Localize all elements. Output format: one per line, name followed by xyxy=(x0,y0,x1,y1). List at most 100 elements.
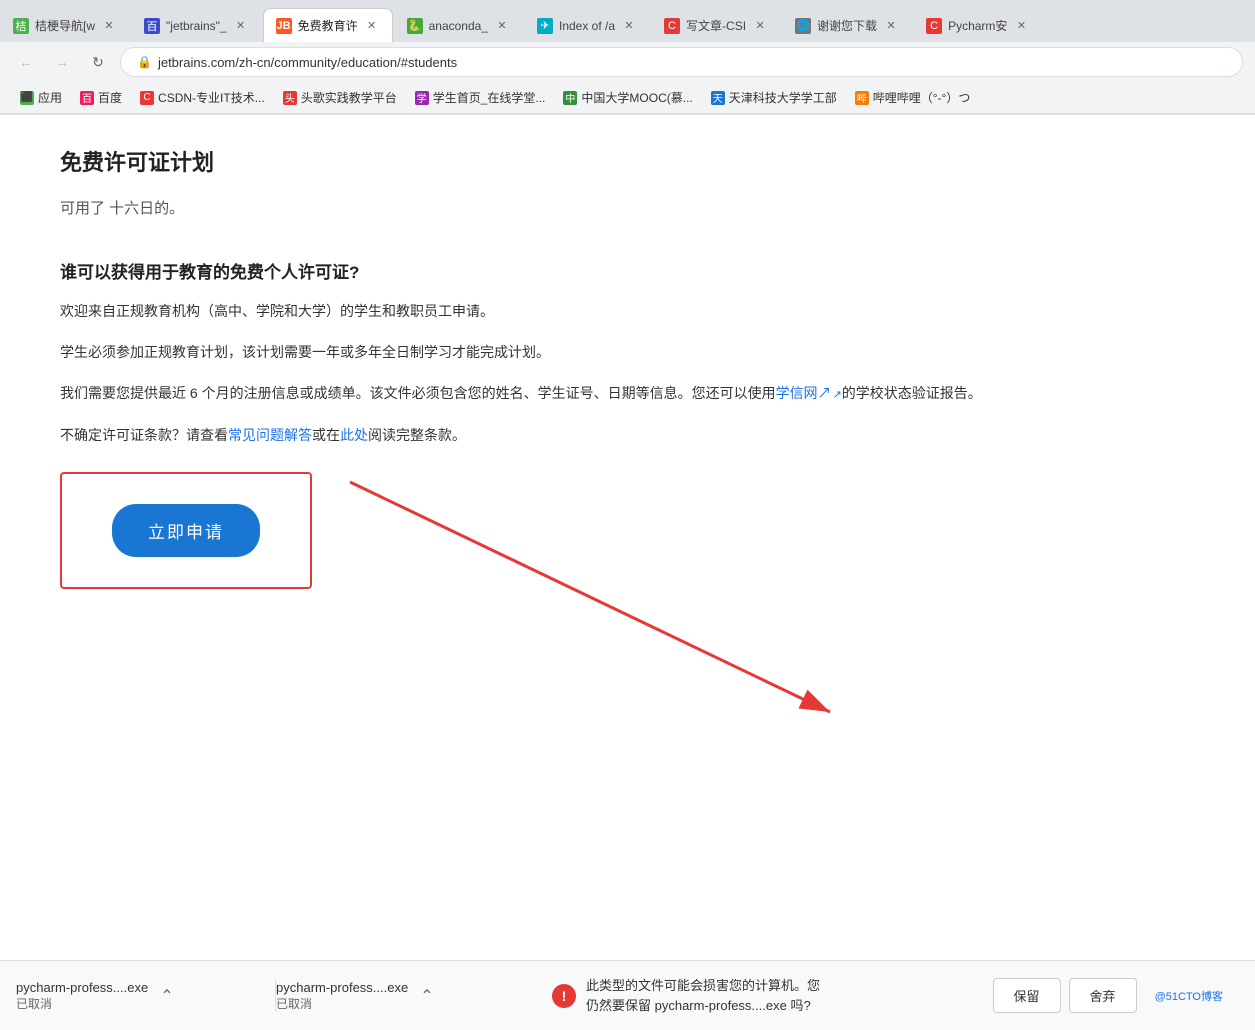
para2: 学生必须参加正规教育计划，该计划需要一年或多年全日制学习才能完成计划。 xyxy=(60,340,1195,365)
download-info: pycharm-profess....exe 已取消 xyxy=(16,980,148,1012)
tab-title: anaconda_ xyxy=(429,19,488,33)
bookmark-bm5[interactable]: 学 学生首页_在线学堂... xyxy=(407,86,554,109)
download-item-1: pycharm-profess....exe 已取消 ⌃ xyxy=(276,980,536,1012)
bookmark-icon: 学 xyxy=(415,91,429,105)
download-chevron-icon[interactable]: ⌃ xyxy=(160,986,173,1006)
bookmark-label: CSDN-专业IT技术... xyxy=(158,89,265,106)
bookmark-label: 中国大学MOOC(慕... xyxy=(581,89,692,106)
lock-icon: 🔒 xyxy=(137,55,152,69)
tab-tab6[interactable]: C 写文章-CSI ✕ xyxy=(651,8,781,42)
faq-link[interactable]: 常见问题解答 xyxy=(228,427,312,443)
tab-tab2[interactable]: 百 "jetbrains"_ ✕ xyxy=(131,8,262,42)
tab-close-icon[interactable]: ✕ xyxy=(101,18,117,34)
highlight-box: 立即申请 xyxy=(60,472,312,589)
forward-button[interactable]: → xyxy=(48,48,76,76)
tab-favicon: JB xyxy=(276,18,292,34)
warning-line1: 此类型的文件可能会损害您的计算机。您 xyxy=(586,976,820,996)
page-content: 免费许可证计划 可用了 十六日的。 谁可以获得用于教育的免费个人许可证? 欢迎来… xyxy=(0,115,1255,961)
download-status: 已取消 xyxy=(16,995,148,1012)
tab-bar: 桔 桔梗导航[w ✕ 百 "jetbrains"_ ✕ JB 免费教育许 ✕ 🐍… xyxy=(0,0,1255,42)
para4: 不确定许可证条款？请查看常见问题解答或在此处阅读完整条款。 xyxy=(60,423,1195,448)
para3-after: 的学校状态验证报告。 xyxy=(842,385,982,401)
bookmark-label: 头歌实践教学平台 xyxy=(301,89,397,106)
tab-title: 写文章-CSI xyxy=(686,17,746,34)
bookmark-bm3[interactable]: C CSDN-专业IT技术... xyxy=(132,86,273,109)
bookmark-label: 百度 xyxy=(98,89,122,106)
tab-close-icon[interactable]: ✕ xyxy=(752,18,768,34)
bookmark-bm1[interactable]: ⬛ 应用 xyxy=(12,86,70,109)
warning-actions: 保留 舍弃 xyxy=(993,978,1137,1013)
section-heading: 谁可以获得用于教育的免费个人许可证? xyxy=(60,258,1195,283)
bookmark-icon: 头 xyxy=(283,91,297,105)
tab-title: 免费教育许 xyxy=(298,17,358,34)
para3-before: 我们需要您提供最近 6 个月的注册信息或成绩单。该文件必须包含您的姓名、学生证号… xyxy=(60,385,776,401)
bookmark-icon: 哔 xyxy=(855,91,869,105)
tab-favicon: 🌐 xyxy=(795,18,811,34)
apply-button[interactable]: 立即申请 xyxy=(112,504,260,557)
refresh-button[interactable]: ↻ xyxy=(84,48,112,76)
tab-favicon: C xyxy=(926,18,942,34)
bookmark-bm7[interactable]: 天 天津科技大学学工部 xyxy=(703,86,845,109)
bookmark-icon: 天 xyxy=(711,91,725,105)
bookmark-label: 哔哩哔哩（°-°）つ xyxy=(873,89,971,106)
tab-title: Pycharm安 xyxy=(948,17,1007,34)
tab-title: Index of /a xyxy=(559,19,615,33)
tab-tab5[interactable]: ✈ Index of /a ✕ xyxy=(524,8,650,42)
tab-close-icon[interactable]: ✕ xyxy=(883,18,899,34)
para4-before: 不确定许可证条款？请查看 xyxy=(60,427,228,443)
discard-button[interactable]: 舍弃 xyxy=(1069,978,1137,1013)
url-text: jetbrains.com/zh-cn/community/education/… xyxy=(158,55,1226,70)
bookmark-bm4[interactable]: 头 头歌实践教学平台 xyxy=(275,86,405,109)
xuexin-link[interactable]: 学信网↗ xyxy=(776,385,842,401)
tab-close-icon[interactable]: ✕ xyxy=(494,18,510,34)
download-status: 已取消 xyxy=(276,995,408,1012)
bookmark-icon: ⬛ xyxy=(20,91,34,105)
tab-tab3[interactable]: JB 免费教育许 ✕ xyxy=(263,8,393,42)
tab-favicon: 百 xyxy=(144,18,160,34)
para4-mid: 或在 xyxy=(312,427,340,443)
full-terms-link[interactable]: 此处 xyxy=(340,427,368,443)
warning-icon: ! xyxy=(552,984,576,1008)
tab-favicon: ✈ xyxy=(537,18,553,34)
para3: 我们需要您提供最近 6 个月的注册信息或成绩单。该文件必须包含您的姓名、学生证号… xyxy=(60,381,1195,406)
warning-line2: 仍然要保留 pycharm-profess....exe 吗? xyxy=(586,996,820,1016)
download-filename: pycharm-profess....exe xyxy=(16,980,148,995)
bookmark-label: 应用 xyxy=(38,89,62,106)
url-bar[interactable]: 🔒 jetbrains.com/zh-cn/community/educatio… xyxy=(120,47,1243,77)
download-chevron-icon[interactable]: ⌃ xyxy=(420,986,433,1006)
bookmark-icon: C xyxy=(140,91,154,105)
warning-text: 此类型的文件可能会损害您的计算机。您 仍然要保留 pycharm-profess… xyxy=(586,976,820,1015)
tab-close-icon[interactable]: ✕ xyxy=(233,18,249,34)
tab-tab7[interactable]: 🌐 谢谢您下载 ✕ xyxy=(782,8,912,42)
bookmark-bm8[interactable]: 哔 哔哩哔哩（°-°）つ xyxy=(847,86,979,109)
bookmark-label: 学生首页_在线学堂... xyxy=(433,89,546,106)
bookmark-label: 天津科技大学学工部 xyxy=(729,89,837,106)
page-subtitle: 可用了 十六日的。 xyxy=(60,197,1195,218)
address-bar: ← → ↻ 🔒 jetbrains.com/zh-cn/community/ed… xyxy=(0,42,1255,82)
download-bar: pycharm-profess....exe 已取消 ⌃ pycharm-pro… xyxy=(0,960,1255,1030)
bookmark-bm6[interactable]: 中 中国大学MOOC(慕... xyxy=(555,86,700,109)
tab-favicon: C xyxy=(664,18,680,34)
warning-item: ! 此类型的文件可能会损害您的计算机。您 仍然要保留 pycharm-profe… xyxy=(536,976,1239,1015)
para1: 欢迎来自正规教育机构（高中、学院和大学）的学生和教职员工申请。 xyxy=(60,299,1195,324)
bookmark-bm2[interactable]: 百 百度 xyxy=(72,86,130,109)
tab-favicon: 🐍 xyxy=(407,18,423,34)
tab-favicon: 桔 xyxy=(13,18,29,34)
red-arrow xyxy=(340,452,860,732)
keep-button[interactable]: 保留 xyxy=(993,978,1061,1013)
tab-close-icon[interactable]: ✕ xyxy=(1013,18,1029,34)
bookmark-icon: 百 xyxy=(80,91,94,105)
tab-close-icon[interactable]: ✕ xyxy=(364,18,380,34)
tab-tab4[interactable]: 🐍 anaconda_ ✕ xyxy=(394,8,523,42)
bookmark-icon: 中 xyxy=(563,91,577,105)
tab-close-icon[interactable]: ✕ xyxy=(621,18,637,34)
tab-tab8[interactable]: C Pycharm安 ✕ xyxy=(913,8,1042,42)
download-filename: pycharm-profess....exe xyxy=(276,980,408,995)
action-area: 立即申请 xyxy=(60,472,1195,589)
para4-after: 阅读完整条款。 xyxy=(368,427,466,443)
page-title: 免费许可证计划 xyxy=(60,145,1195,177)
tab-tab1[interactable]: 桔 桔梗导航[w ✕ xyxy=(0,8,130,42)
tab-title: 谢谢您下载 xyxy=(817,17,877,34)
watermark: @51CTO博客 xyxy=(1155,988,1223,1004)
back-button[interactable]: ← xyxy=(12,48,40,76)
